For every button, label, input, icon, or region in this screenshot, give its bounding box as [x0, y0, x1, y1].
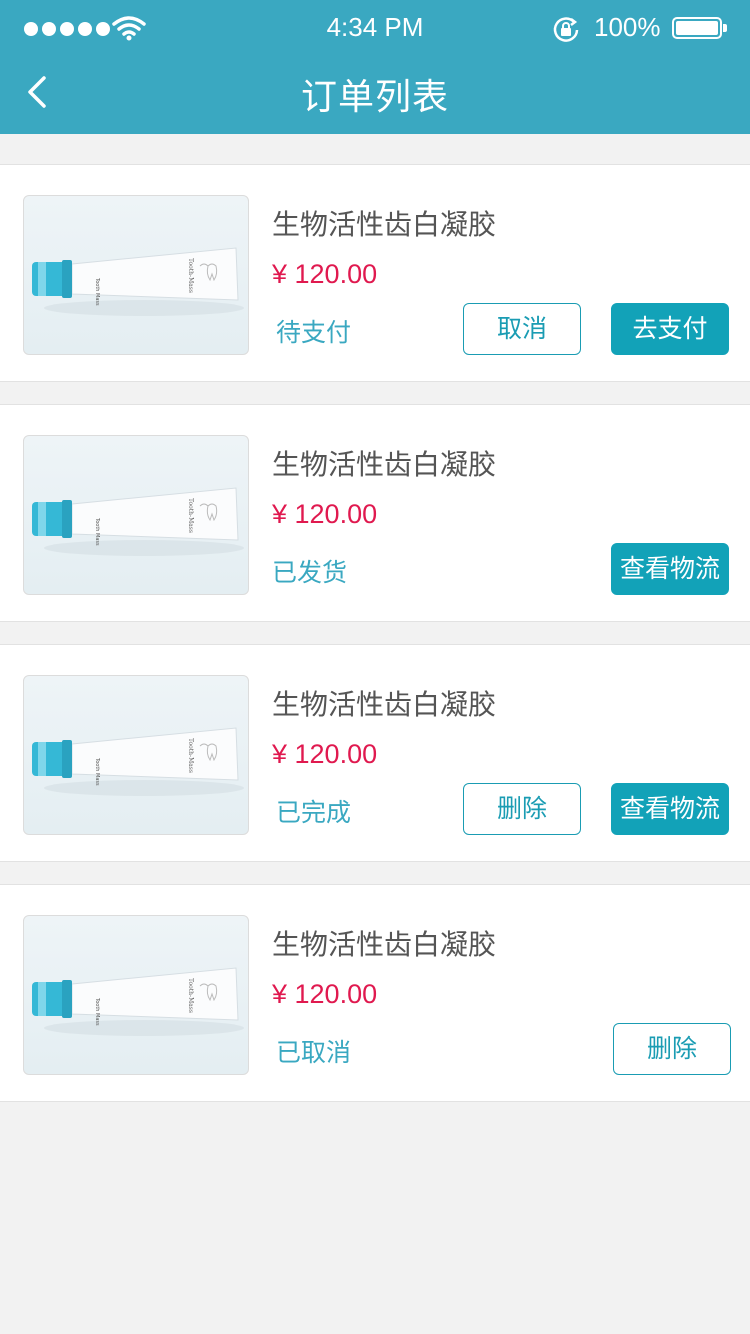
product-price: ¥ 120.00	[272, 739, 378, 769]
product-name: 生物活性齿白凝胶	[272, 208, 497, 241]
svg-text:Tooth-Mass: Tooth-Mass	[187, 738, 194, 773]
rotation-lock-icon	[553, 17, 579, 42]
nav-header: 4:34 PM 100% 订单列表	[0, 0, 750, 134]
product-price: ¥ 120.00	[272, 259, 378, 289]
order-status: 已取消	[276, 1038, 352, 1067]
product-name: 生物活性齿白凝胶	[272, 688, 497, 721]
product-name: 生物活性齿白凝胶	[272, 448, 497, 481]
order-status: 已完成	[276, 798, 352, 827]
product-thumbnail[interactable]: Tooth Mass Tooth-Mass	[23, 675, 249, 835]
pay-button[interactable]: 去支付	[611, 303, 729, 355]
toothpaste-image: Tooth Mass Tooth-Mass	[32, 247, 244, 316]
toothpaste-image: Tooth Mass Tooth-Mass	[32, 727, 244, 796]
order-card: Tooth Mass Tooth-Mass 生物活性齿白凝胶 ¥ 120.00 …	[0, 884, 750, 1102]
toothpaste-image: Tooth Mass Tooth-Mass	[32, 967, 244, 1036]
svg-text:Tooth Mass: Tooth Mass	[94, 997, 100, 1026]
product-name: 生物活性齿白凝胶	[272, 928, 497, 961]
product-price: ¥ 120.00	[272, 979, 378, 1009]
product-thumbnail[interactable]: Tooth Mass Tooth-Mass	[23, 195, 249, 355]
order-status: 待支付	[276, 318, 352, 347]
cancel-order-button[interactable]: 取消	[463, 303, 581, 355]
order-card: Tooth Mass Tooth-Mass 生物活性齿白凝胶 ¥ 120.00 …	[0, 404, 750, 622]
order-card: Tooth Mass Tooth-Mass 生物活性齿白凝胶 ¥ 120.00 …	[0, 644, 750, 862]
svg-text:Tooth Mass: Tooth Mass	[94, 517, 100, 546]
product-price: ¥ 120.00	[272, 499, 378, 529]
view-logistics-button[interactable]: 查看物流	[611, 783, 729, 835]
page-title: 订单列表	[300, 77, 449, 118]
svg-text:Tooth-Mass: Tooth-Mass	[187, 978, 194, 1013]
battery-icon	[672, 17, 722, 39]
product-thumbnail[interactable]: Tooth Mass Tooth-Mass	[23, 915, 249, 1075]
svg-text:Tooth-Mass: Tooth-Mass	[187, 498, 194, 533]
svg-text:Tooth-Mass: Tooth-Mass	[187, 258, 194, 293]
svg-text:Tooth Mass: Tooth Mass	[94, 277, 100, 306]
delete-order-button[interactable]: 删除	[463, 783, 581, 835]
battery-percent: 100%	[594, 12, 661, 42]
svg-text:Tooth Mass: Tooth Mass	[94, 757, 100, 786]
product-thumbnail[interactable]: Tooth Mass Tooth-Mass	[23, 435, 249, 595]
status-bar: 4:34 PM 100%	[0, 0, 750, 58]
order-card: Tooth Mass Tooth-Mass 生物活性齿白凝胶 ¥ 120.00 …	[0, 164, 750, 382]
toothpaste-image: Tooth Mass Tooth-Mass	[32, 487, 244, 556]
view-logistics-button[interactable]: 查看物流	[611, 543, 729, 595]
delete-order-button[interactable]: 删除	[613, 1023, 731, 1075]
order-status: 已发货	[272, 558, 348, 587]
